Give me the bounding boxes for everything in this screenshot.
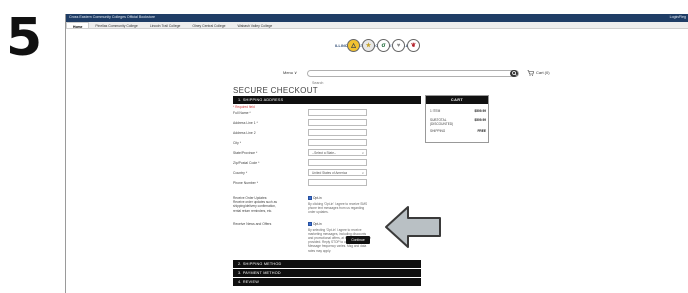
college-logo-icon[interactable]: ★: [362, 39, 375, 52]
required-note: * Required field: [233, 105, 255, 109]
tab-college-3[interactable]: Olney Central College: [186, 22, 231, 28]
tab-college-4[interactable]: Wabash Valley College: [232, 22, 279, 28]
zip-field[interactable]: [308, 159, 367, 166]
field-label-phone: Phone Number *: [233, 181, 259, 185]
college-logo-icon[interactable]: σ: [377, 39, 390, 52]
top-strip-title: Cross Eastern Community Colleges Officia…: [69, 15, 156, 19]
site-top-strip: Cross Eastern Community Colleges Officia…: [66, 14, 688, 22]
college-logo-icon[interactable]: △: [347, 39, 360, 52]
section-shipping-method[interactable]: 2. SHIPPING METHOD: [233, 260, 421, 268]
tab-home[interactable]: Home: [66, 22, 90, 29]
news-offers-label: Receive News and Offers: [233, 222, 272, 226]
login-register-link[interactable]: Login/Reg: [670, 15, 686, 19]
chevron-down-icon: ∨: [361, 151, 364, 155]
screenshot-canvas: 5 Cross Eastern Community Colleges Offic…: [0, 0, 688, 293]
search-bar: [307, 70, 519, 86]
field-label-address-2: Address Line 2: [233, 131, 256, 135]
field-label-full-name: Full Name *: [233, 111, 251, 115]
cart-row-subtotal: SUBTOTAL (DISCOUNTED): [430, 118, 468, 126]
state-select-value: --Select a State--: [312, 151, 337, 156]
nav-row: Menu ∨ Cart (0): [66, 69, 688, 86]
order-updates-label: Receive Order Updates: Receive order upd…: [233, 196, 277, 213]
field-label-city: City *: [233, 141, 242, 145]
cart-label: Cart (0): [536, 70, 550, 76]
chevron-down-icon: ∨: [294, 70, 298, 75]
order-updates-check-label: Opt-in: [313, 196, 322, 200]
checkbox-icon: [308, 196, 312, 200]
phone-field[interactable]: [308, 179, 367, 186]
news-offers-check-label: Opt-in: [313, 222, 322, 226]
college-logos: △ ★ σ ♥ ❦: [347, 39, 420, 52]
checkbox-icon: [308, 222, 312, 226]
cart-row-shipping: SHIPPING FREE: [430, 129, 486, 133]
field-label-address-1: Address Line 1 *: [233, 121, 258, 125]
search-icon: [511, 71, 517, 76]
country-select-value: United States of America: [312, 171, 348, 176]
cart-row-label: SHIPPING: [430, 129, 446, 133]
cart-row-label: SUBTOTAL (DISCOUNTED): [430, 118, 454, 126]
country-select[interactable]: United States of America ∨: [308, 169, 367, 176]
order-updates-checkbox[interactable]: Opt-in: [308, 196, 372, 200]
order-updates-optin: Opt-in By clicking 'Opt-in' I agree to r…: [308, 196, 372, 214]
browser-window: Cross Eastern Community Colleges Officia…: [65, 14, 688, 293]
college-logo-icon[interactable]: ♥: [392, 39, 405, 52]
field-label-country: Country *: [233, 171, 248, 175]
chevron-down-icon: ∨: [361, 171, 364, 175]
cart-row-value: FREE: [477, 129, 486, 133]
field-label-state: State/Province *: [233, 151, 258, 155]
section-payment-method[interactable]: 3. PAYMENT METHOD: [233, 269, 421, 277]
address-line-2-field[interactable]: [308, 129, 367, 136]
pointer-arrow-icon: [385, 206, 441, 248]
search-input[interactable]: [308, 80, 518, 86]
cart-icon: [527, 70, 534, 76]
campus-tab-bar: Home Pinellas Community College Lincoln …: [66, 22, 688, 29]
cart-row-value: $509.99: [474, 118, 486, 122]
college-logo-icon[interactable]: ❦: [407, 39, 420, 52]
news-offers-checkbox[interactable]: Opt-in: [308, 222, 372, 226]
cart-title: CART: [426, 96, 488, 104]
address-line-1-field[interactable]: [308, 119, 367, 126]
section-review[interactable]: 4. REVIEW: [233, 278, 421, 286]
tab-college-2[interactable]: Lincoln Trail College: [144, 22, 187, 28]
field-label-zip: Zip/Postal Code *: [233, 161, 260, 165]
step-number: 5: [6, 8, 43, 68]
state-select[interactable]: --Select a State-- ∨: [308, 149, 367, 156]
full-name-field[interactable]: [308, 109, 367, 116]
menu-label: Menu: [283, 70, 294, 75]
cart-row-value: $509.99: [474, 109, 486, 113]
page-title: SECURE CHECKOUT: [233, 86, 318, 95]
city-field[interactable]: [308, 139, 367, 146]
cart-link[interactable]: Cart (0): [527, 70, 550, 76]
cart-row-items: 1 ITEM $509.99: [430, 109, 486, 113]
search-button[interactable]: [510, 70, 518, 77]
tab-college-1[interactable]: Pinellas Community College: [89, 22, 143, 28]
order-updates-desc: By clicking 'Opt-in' I agree to receive …: [308, 201, 368, 214]
cart-row-label: 1 ITEM: [430, 109, 441, 113]
continue-button[interactable]: Continue: [346, 236, 370, 244]
cart-summary: CART 1 ITEM $509.99 SUBTOTAL (DISCOUNTED)…: [425, 95, 489, 143]
menu-button[interactable]: Menu ∨: [283, 70, 297, 75]
section-shipping-address[interactable]: 1. SHIPPING ADDRESS: [233, 96, 421, 104]
